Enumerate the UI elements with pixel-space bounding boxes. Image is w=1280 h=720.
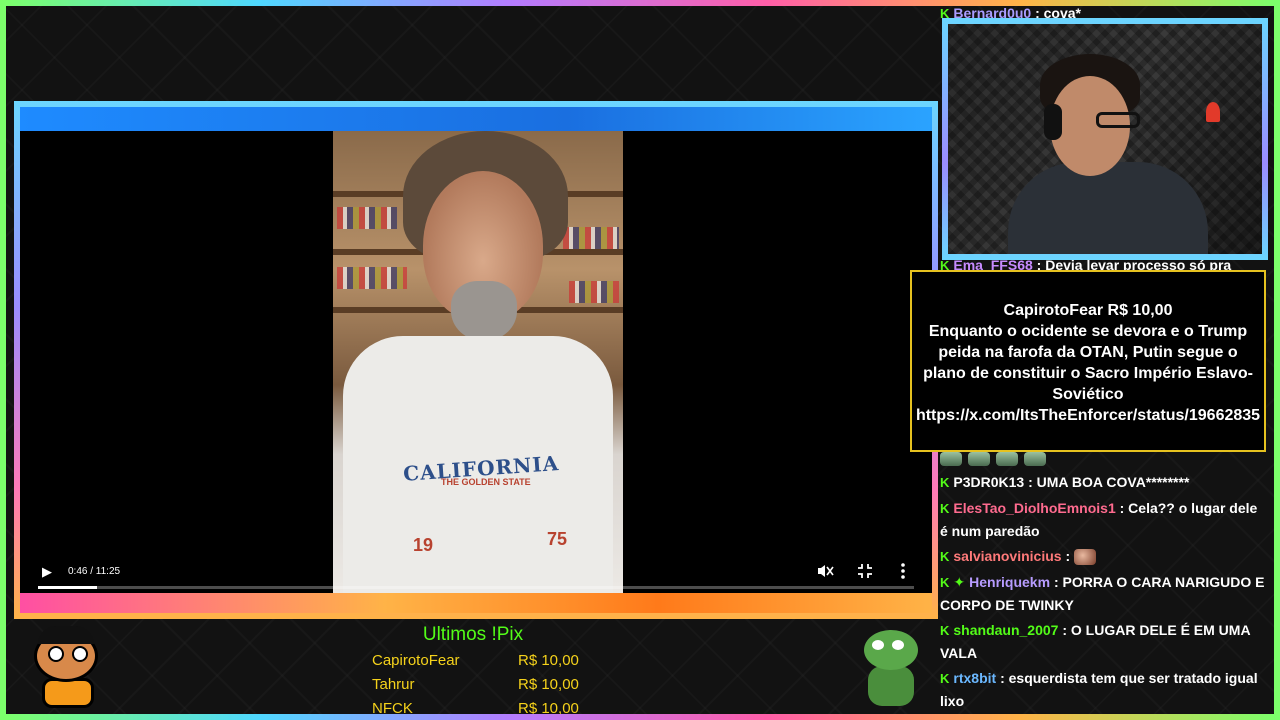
video-progress-bar[interactable] [38,586,914,589]
emote [968,452,990,466]
emote [940,452,962,466]
frog-eye [892,640,904,650]
chat-username[interactable]: rtx8bit [953,670,996,686]
video-top-banner [20,107,932,131]
chat-text: : [1065,548,1071,564]
kick-badge-icon: K [940,623,950,638]
chat-username[interactable]: Henriquekm [969,574,1050,590]
kick-badge-icon: K [940,6,950,21]
alert-message: Enquanto o ocidente se devora e o Trump … [923,323,1253,403]
mascot-eye [72,646,88,662]
emote [1024,452,1046,466]
chat-message: Kshandaun_2007 : O LUGAR DELE É EM UMA V… [940,619,1266,664]
pix-amount: R$ 10,00 [518,700,579,717]
pix-amount: R$ 10,00 [518,652,579,669]
mascot-hat [38,626,94,644]
donation-alert: CapirotoFear R$ 10,00 Enquanto o ocident… [910,270,1266,452]
chat-username[interactable]: ElesTao_DiolhoEmnois1 [953,500,1115,516]
frog-eye [872,640,884,650]
pix-title: Ultimos !Pix [422,624,524,645]
alert-header: CapirotoFear R$ 10,00 [1003,302,1173,319]
pix-donor: Tahrur [372,676,415,693]
chat-text: : UMA BOA COVA******** [1028,474,1190,490]
pepe-frog-illustration [858,628,924,710]
pix-donor: NFCK [372,700,413,717]
kick-badge-icon: K [940,475,950,490]
chat-username[interactable]: shandaun_2007 [953,622,1058,638]
more-vertical-icon[interactable] [900,562,906,582]
pix-amount: R$ 10,00 [518,676,579,693]
emote [1074,549,1097,566]
kick-badge-icon: K [940,575,950,590]
mute-icon[interactable] [816,562,834,582]
mascot-left-illustration [20,626,110,712]
chat-text: : cova* [1035,5,1082,21]
video-time: 0:46 / 11:25 [68,566,121,577]
video-bottom-banner [20,593,932,613]
gem-badge-icon: ✦ [953,574,966,590]
play-icon[interactable]: ▶ [42,565,52,578]
chat-username[interactable]: salvianovinicius [953,548,1061,564]
chat-username[interactable]: Bernard0u0 [953,5,1031,21]
shirt-year-right: 75 [547,529,568,549]
frog-body [868,666,914,706]
person-beard [451,281,517,341]
chat-message: K Bernard0u0 : cova* [940,2,1266,25]
video-player[interactable]: CALIFORNIA THE GOLDEN STATE 19 75 ▶ 0:46… [20,107,932,613]
chat-message: Krtx8bit : esquerdista tem que ser trata… [940,667,1266,712]
pix-row: NFCK R$ 10,00 [360,700,590,720]
pix-row: CapirotoFear R$ 10,00 [360,652,590,676]
video-progress-fill [38,586,97,589]
alert-link: https://x.com/ItsTheEnforcer/status/1966… [915,407,1261,424]
chat-username[interactable]: P3DR0K13 [953,474,1024,490]
kick-badge-icon: K [940,671,950,686]
books [337,207,397,229]
pix-row: Tahrur R$ 10,00 [360,676,590,700]
pix-list: Ultimos !Pix CapirotoFear R$ 10,00 Tahru… [360,624,590,720]
mascot-body [42,678,94,708]
chat-emote-row [940,450,1266,472]
chat-message: K P3DR0K13 : UMA BOA COVA******** [940,471,1266,494]
kick-badge-icon: K [940,549,950,564]
books [569,281,619,303]
frog-head [864,630,918,670]
emote [996,452,1018,466]
mascot-eye [48,646,64,662]
exit-fullscreen-icon[interactable] [857,563,873,581]
books [337,267,407,289]
kick-badge-icon: K [940,501,950,516]
pix-donor: CapirotoFear [372,652,460,669]
chat-message: Ksalvianovinicius : [940,545,1266,568]
chat-message: K ElesTao_DiolhoEmnois1 : Cela?? o lugar … [940,497,1266,542]
shirt-subtext: THE GOLDEN STATE [441,477,531,487]
video-content: CALIFORNIA THE GOLDEN STATE 19 75 [333,131,623,593]
books [563,227,619,249]
chat-message: K ✦ Henriquekm : PORRA O CARA NARIGUDO E C… [940,571,1266,616]
main-video-frame: CALIFORNIA THE GOLDEN STATE 19 75 ▶ 0:46… [14,101,938,619]
